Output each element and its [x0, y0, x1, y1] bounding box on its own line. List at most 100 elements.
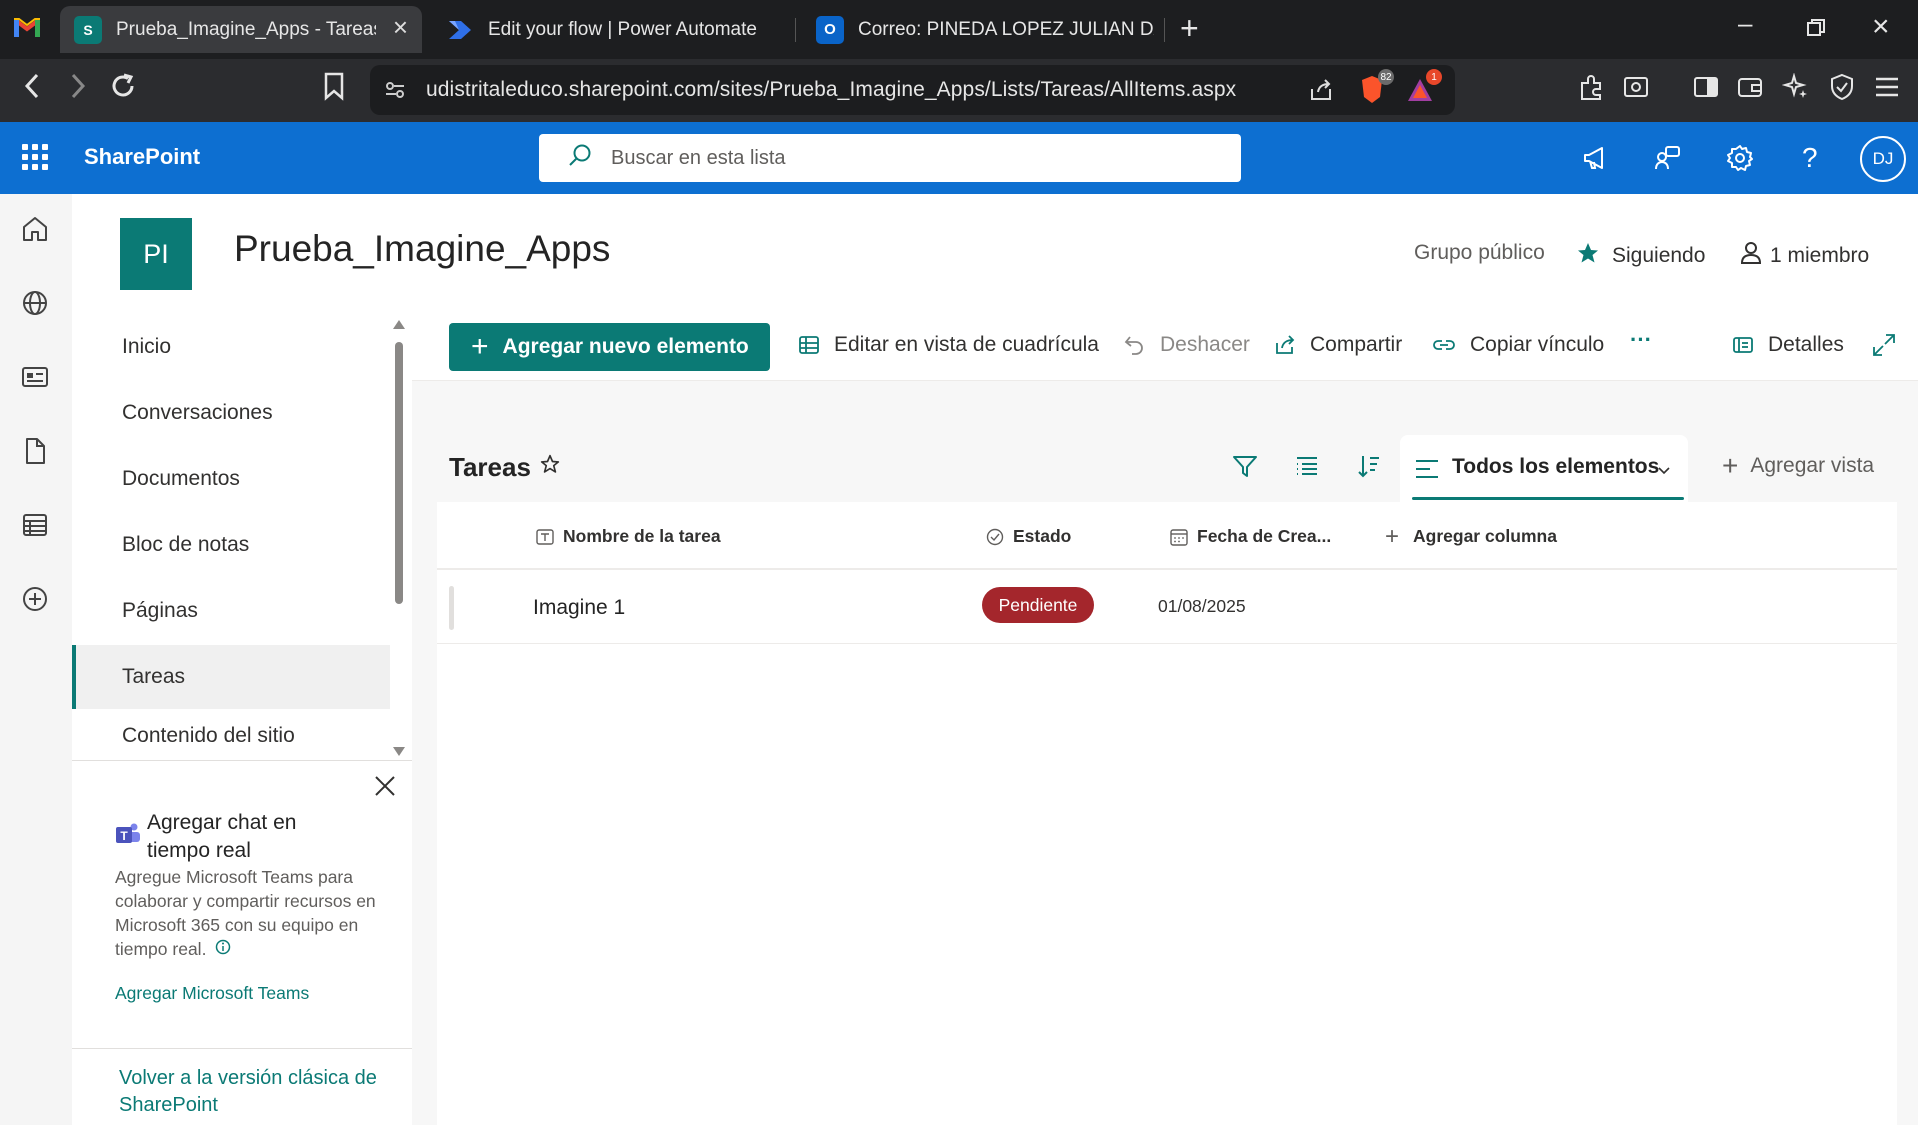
view-lines-icon: [1414, 457, 1440, 486]
list-title[interactable]: Tareas: [449, 452, 531, 483]
bookmark-icon[interactable]: [322, 71, 346, 110]
help-icon[interactable]: ?: [1802, 144, 1818, 172]
column-header-task-name[interactable]: Nombre de la tarea: [536, 526, 721, 547]
back-button[interactable]: [22, 71, 42, 110]
add-view-button[interactable]: + Agregar vista: [1722, 450, 1874, 481]
sharepoint-icon: S: [74, 15, 102, 44]
tab-power-automate[interactable]: Edit your flow | Power Automate: [440, 6, 780, 53]
tab-sharepoint[interactable]: S Prueba_Imagine_Apps - Tareas - ×: [60, 6, 422, 53]
status-badge: Pendiente: [982, 587, 1094, 623]
app-bar: [0, 194, 72, 1125]
search-input[interactable]: [611, 146, 1211, 170]
nav-item-conversaciones[interactable]: Conversaciones: [72, 381, 390, 445]
avatar[interactable]: DJ: [1860, 136, 1906, 182]
browser-tab-strip: S Prueba_Imagine_Apps - Tareas - × Edit …: [0, 0, 1918, 59]
classic-version-link[interactable]: Volver a la versión clásica de SharePoin…: [119, 1065, 409, 1119]
nav-item-documentos[interactable]: Documentos: [72, 447, 390, 511]
list-search[interactable]: [539, 134, 1241, 182]
details-button[interactable]: Detalles: [1732, 333, 1844, 357]
nav-item-inicio[interactable]: Inicio: [72, 315, 390, 379]
plus-icon: +: [471, 330, 489, 363]
nav-item-contenido-del-sitio[interactable]: Contenido del sitio: [72, 711, 390, 761]
person-icon: [1740, 241, 1762, 271]
grid-edit-button[interactable]: Editar en vista de cuadrícula: [798, 333, 1099, 357]
leo-ai-icon[interactable]: [1781, 72, 1810, 110]
reload-button[interactable]: [108, 71, 138, 110]
browser-toolbar: udistritaleduco.sharepoint.com/sites/Pru…: [0, 59, 1918, 122]
scrollbar-thumb[interactable]: [395, 342, 403, 604]
news-icon[interactable]: [20, 362, 50, 392]
minimize-button[interactable]: –: [1738, 8, 1752, 39]
nav-item-bloc-de-notas[interactable]: Bloc de notas: [72, 513, 390, 577]
promo-text: Agregue Microsoft Teams para colaborar y…: [115, 867, 376, 961]
close-window-button[interactable]: ×: [1872, 10, 1890, 44]
favorite-star-icon[interactable]: [540, 454, 560, 480]
link-icon: [1433, 340, 1455, 350]
details-pane-icon: [1733, 337, 1753, 353]
forward-button[interactable]: [68, 71, 88, 110]
scroll-down-arrow[interactable]: [393, 747, 405, 756]
info-icon[interactable]: [215, 937, 231, 961]
close-icon[interactable]: [374, 771, 396, 805]
lists-icon[interactable]: [20, 510, 50, 540]
home-icon[interactable]: [20, 214, 50, 244]
share-button[interactable]: Compartir: [1274, 333, 1402, 357]
plus-icon: +: [1722, 450, 1739, 481]
copy-link-button[interactable]: Copiar vínculo: [1432, 333, 1604, 357]
new-item-button[interactable]: + Agregar nuevo elemento: [449, 323, 770, 371]
share-hub-icon[interactable]: [1654, 144, 1682, 177]
close-tab-icon[interactable]: ×: [393, 12, 408, 43]
share-icon: [1276, 335, 1295, 354]
menu-icon[interactable]: [1874, 73, 1900, 109]
vpn-icon[interactable]: [1828, 73, 1856, 110]
expand-icon[interactable]: [1872, 333, 1910, 357]
new-tab-button[interactable]: +: [1180, 10, 1199, 47]
classic-version-footer: Volver a la versión clásica de SharePoin…: [72, 1048, 412, 1125]
create-plus-icon[interactable]: [20, 584, 50, 614]
row-select-handle[interactable]: [449, 586, 454, 630]
gmail-tab[interactable]: [4, 6, 50, 53]
site-title[interactable]: Prueba_Imagine_Apps: [234, 228, 610, 270]
add-teams-link[interactable]: Agregar Microsoft Teams: [115, 983, 309, 1004]
follow-button[interactable]: Siguiendo: [1576, 241, 1705, 271]
undo-icon: [1124, 336, 1143, 355]
extensions-icon[interactable]: [1578, 73, 1606, 110]
follow-label: Siguiendo: [1612, 244, 1706, 267]
settings-gear-icon[interactable]: [1726, 144, 1754, 177]
task-name-cell[interactable]: Imagine 1: [533, 596, 625, 620]
nav-item-paginas[interactable]: Páginas: [72, 579, 390, 643]
sidebar-icon[interactable]: [1692, 73, 1720, 110]
wallet-icon[interactable]: [1736, 73, 1764, 110]
restore-button[interactable]: [1806, 14, 1826, 45]
app-launcher-icon[interactable]: [22, 144, 48, 170]
svg-text:T: T: [120, 829, 128, 843]
share-page-icon[interactable]: [1308, 77, 1334, 108]
sort-icon[interactable]: [1356, 453, 1382, 484]
site-logo[interactable]: PI: [120, 218, 192, 290]
grid-header: Nombre de la tarea Estado Fecha de Crea.…: [437, 502, 1897, 570]
undo-button[interactable]: Deshacer: [1124, 333, 1250, 357]
address-bar[interactable]: udistritaleduco.sharepoint.com/sites/Pru…: [370, 65, 1455, 115]
scroll-up-arrow[interactable]: [393, 320, 405, 329]
column-header-created-date[interactable]: Fecha de Crea...: [1170, 526, 1331, 547]
members-button[interactable]: 1 miembro: [1740, 241, 1869, 271]
created-date-cell: 01/08/2025: [1158, 596, 1246, 616]
megaphone-icon[interactable]: [1582, 144, 1610, 177]
tab-outlook[interactable]: O Correo: PINEDA LOPEZ JULIAN DAVID: [810, 6, 1160, 53]
globe-icon[interactable]: [20, 288, 50, 318]
column-header-status[interactable]: Estado: [986, 526, 1071, 547]
outlook-icon: O: [816, 15, 844, 44]
filter-icon[interactable]: [1232, 453, 1258, 484]
view-selector[interactable]: Todos los elementos: [1400, 435, 1688, 502]
more-actions-button[interactable]: ···: [1630, 327, 1652, 353]
text-column-icon: [536, 528, 554, 545]
file-icon[interactable]: [20, 436, 50, 466]
site-settings-icon[interactable]: [384, 79, 406, 106]
nav-scrollbar[interactable]: [392, 320, 406, 756]
sharepoint-brand[interactable]: SharePoint: [84, 144, 200, 170]
table-row[interactable]: Imagine 1 Pendiente 01/08/2025: [437, 572, 1897, 644]
nav-item-tareas[interactable]: Tareas: [72, 645, 390, 709]
add-column-button[interactable]: + Agregar columna: [1385, 524, 1557, 548]
reader-icon[interactable]: [1622, 73, 1650, 110]
group-by-icon[interactable]: [1294, 453, 1320, 484]
